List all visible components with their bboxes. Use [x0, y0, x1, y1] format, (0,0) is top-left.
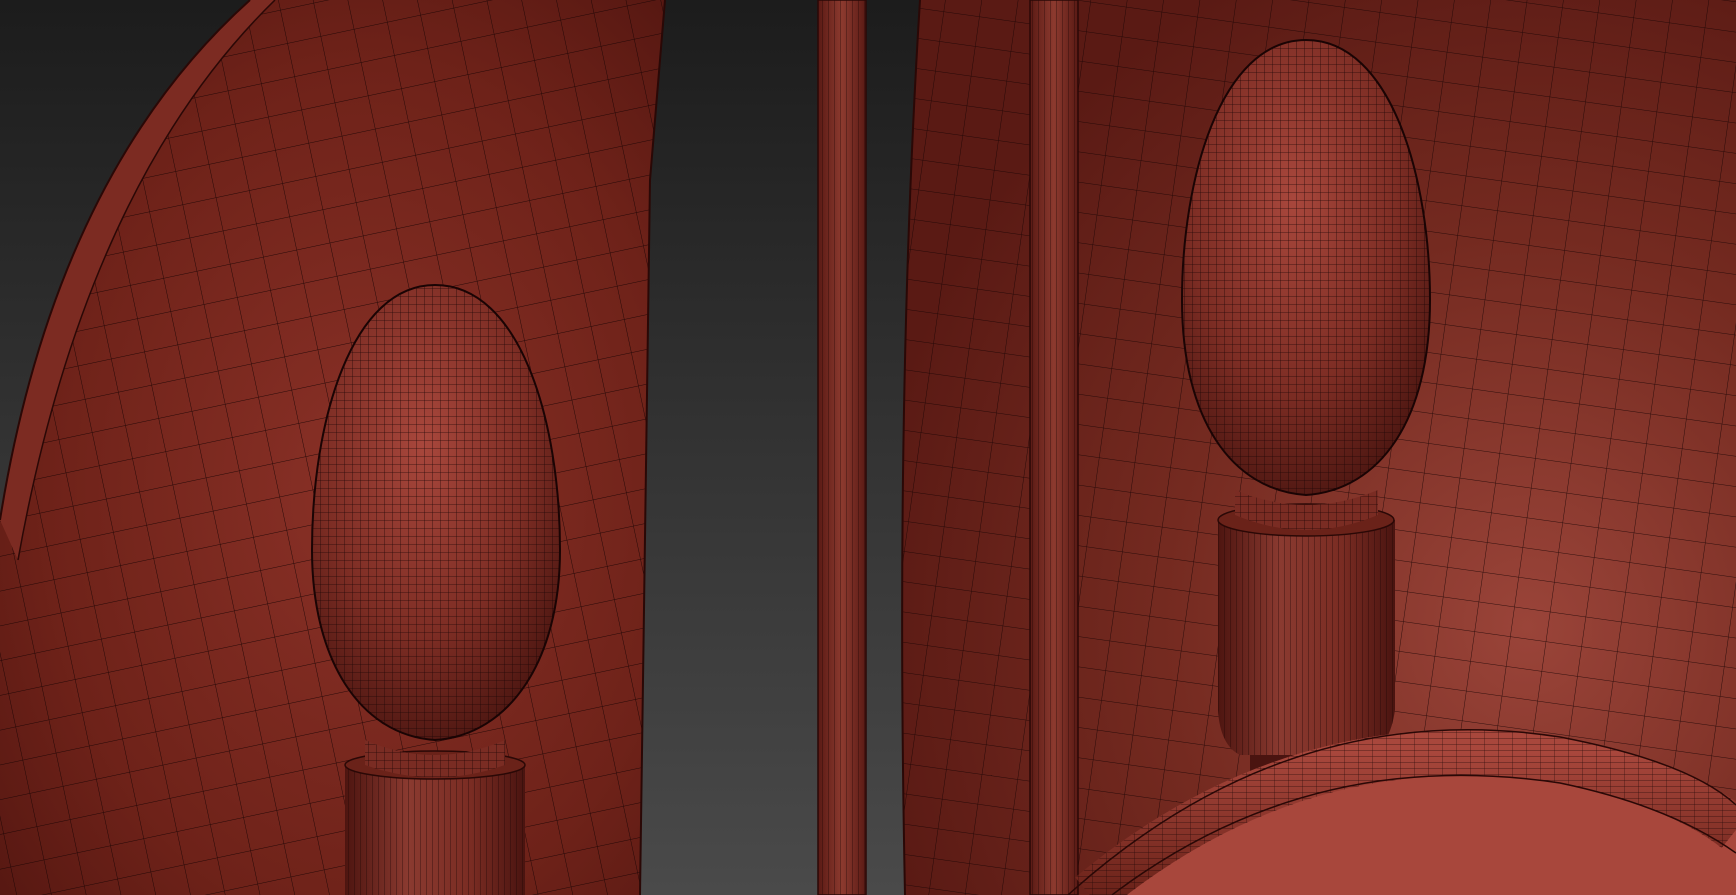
3d-viewport[interactable]	[0, 0, 1736, 895]
right-candle-bulb[interactable]	[1180, 38, 1432, 795]
center-rod-right[interactable]	[1029, 0, 1079, 895]
viewport-render	[0, 0, 1736, 895]
center-rod-left[interactable]	[817, 0, 867, 895]
left-candle-bulb[interactable]	[310, 283, 562, 895]
